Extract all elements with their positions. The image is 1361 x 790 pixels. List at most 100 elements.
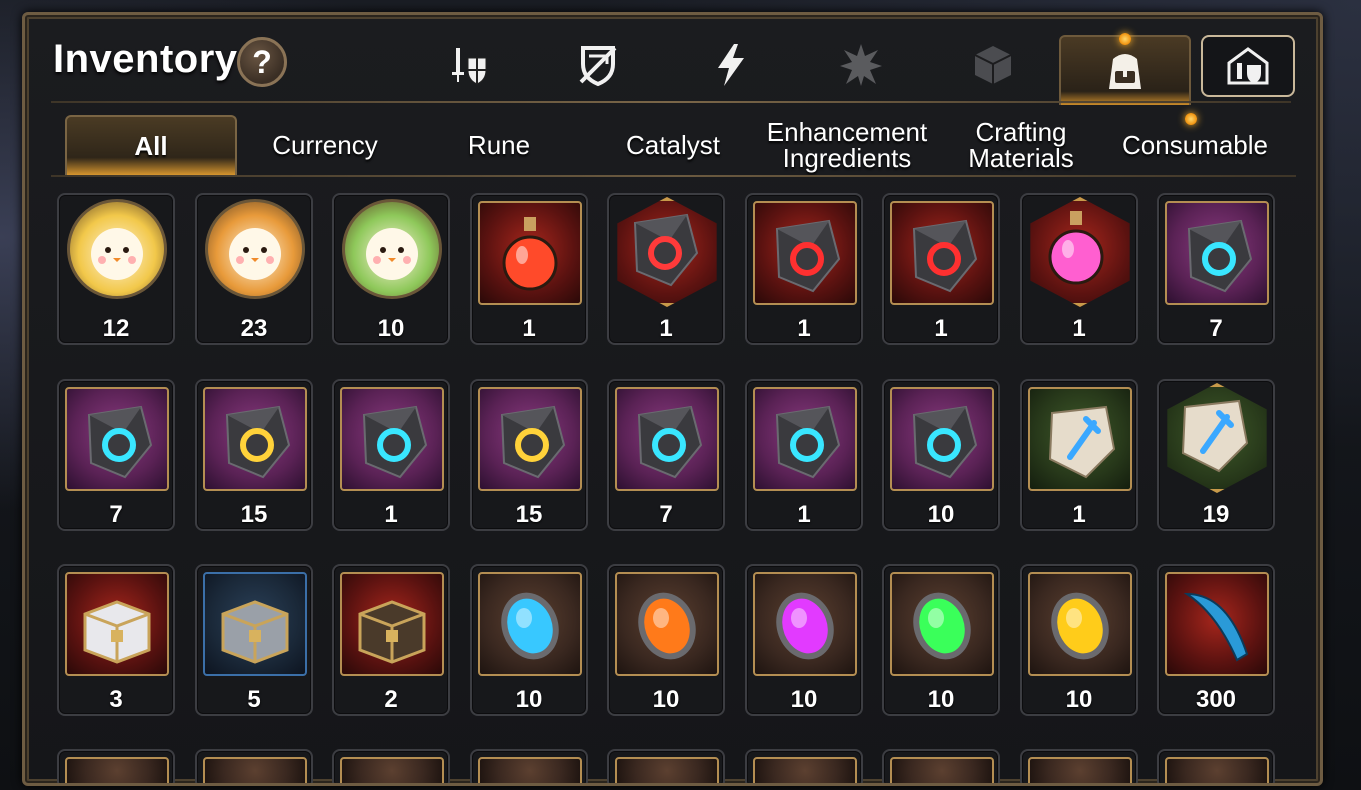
subtab-currency[interactable]: Currency [239,115,411,175]
item-art-partial [340,757,444,783]
item-slot[interactable]: 19 [1157,379,1275,531]
item-quantity: 7 [659,501,673,528]
item-quantity: 7 [109,501,123,528]
item-quantity: 10 [652,686,680,713]
purple-catalyst-icon [753,572,857,676]
item-slot[interactable]: 15 [470,379,588,531]
item-quantity: 1 [1072,315,1086,342]
subtab-crafting-materials[interactable]: Crafting Materials [935,115,1107,175]
subtab-all[interactable]: All [65,115,237,175]
backpack-icon [1109,54,1141,89]
phantasma-orange-icon [205,199,305,299]
item-slot-partial[interactable] [470,749,588,783]
red-star-gem-icon [617,197,717,307]
phantasma-green-icon [342,199,442,299]
item-slot[interactable]: 1 [745,193,863,345]
item-quantity: 300 [1195,686,1237,713]
tab-cube[interactable] [953,35,1033,95]
item-art-partial [890,757,994,783]
rune-ring-icon [753,387,857,491]
tab-artifacts[interactable] [821,35,901,95]
item-slot[interactable]: 300 [1157,564,1275,716]
item-quantity: 1 [659,315,673,342]
item-quantity: 1 [934,315,948,342]
rune-necklace-icon [340,387,444,491]
tab-inventory[interactable] [1059,35,1191,105]
gold-chest-icon [340,572,444,676]
item-slot-partial[interactable] [745,749,863,783]
item-art-partial [203,757,307,783]
item-quantity: 10 [927,686,955,713]
blue-feather-icon [1165,572,1269,676]
silver-chest-icon [203,572,307,676]
item-slot[interactable]: 1 [332,379,450,531]
sword-shield-icon [452,48,487,85]
item-slot[interactable]: 1 [607,193,725,345]
item-slot[interactable]: 2 [332,564,450,716]
subtab-divider [51,175,1296,177]
subtab-rune[interactable]: Rune [413,115,585,175]
red-necklace-gem-icon [890,201,994,305]
item-slot[interactable]: 10 [745,564,863,716]
item-slot[interactable]: 10 [607,564,725,716]
item-slot[interactable]: 12 [57,193,175,345]
artifact-burst-icon [840,44,882,86]
item-slot[interactable]: 10 [1020,564,1138,716]
panel-corner-ornament [1294,15,1320,41]
subtab-catalyst[interactable]: Catalyst [587,115,759,175]
item-slot-partial[interactable] [1020,749,1138,783]
item-quantity: 1 [1072,501,1086,528]
item-slot[interactable]: 1 [1020,193,1138,345]
item-slot[interactable]: 10 [882,564,1000,716]
notification-dot [1119,33,1131,45]
subtab-consumable[interactable]: Consumable [1109,115,1281,175]
item-slot[interactable]: 1 [745,379,863,531]
item-quantity: 3 [109,686,123,713]
item-quantity: 1 [384,501,398,528]
item-quantity: 10 [1065,686,1093,713]
item-slot[interactable]: 5 [195,564,313,716]
item-quantity: 23 [240,315,268,342]
item-slot[interactable]: 10 [470,564,588,716]
item-quantity: 7 [1209,315,1223,342]
item-slot-partial[interactable] [332,749,450,783]
item-quantity: 15 [240,501,268,528]
item-slot[interactable]: 1 [470,193,588,345]
item-slot[interactable]: 1 [882,193,1000,345]
item-quantity: 10 [515,686,543,713]
item-slot[interactable]: 10 [332,193,450,345]
item-slot[interactable]: 15 [195,379,313,531]
item-slot[interactable]: 7 [1157,193,1275,345]
item-slot[interactable]: 1 [1020,379,1138,531]
white-chest-icon [65,572,169,676]
tab-equipment[interactable] [429,35,509,95]
item-slot-partial[interactable] [607,749,725,783]
blue-catalyst-icon [478,572,582,676]
item-quantity: 12 [102,315,130,342]
tab-broken-gear[interactable] [558,35,638,95]
item-quantity: 1 [797,315,811,342]
item-art-partial [615,757,719,783]
item-slot[interactable]: 7 [57,379,175,531]
tab-storage[interactable] [1201,35,1295,97]
stone-sword-rune-icon [1028,387,1132,491]
orange-catalyst-icon [615,572,719,676]
lightning-icon [718,44,744,86]
item-slot-partial[interactable] [1157,749,1275,783]
item-quantity: 1 [522,315,536,342]
item-slot-partial[interactable] [882,749,1000,783]
item-slot[interactable]: 7 [607,379,725,531]
item-slot[interactable]: 3 [57,564,175,716]
item-slot-partial[interactable] [195,749,313,783]
phantasma-gold-icon [67,199,167,299]
item-slot-partial[interactable] [57,749,175,783]
item-art-partial [65,757,169,783]
item-slot[interactable]: 10 [882,379,1000,531]
tab-skills[interactable] [691,35,771,95]
subtab-enhancement-ingredients[interactable]: Enhancement Ingredients [761,115,933,175]
item-quantity: 19 [1202,501,1230,528]
item-slot[interactable]: 23 [195,193,313,345]
item-art-partial [753,757,857,783]
house-gear-icon [1227,47,1269,85]
help-button[interactable]: ? [237,37,287,87]
